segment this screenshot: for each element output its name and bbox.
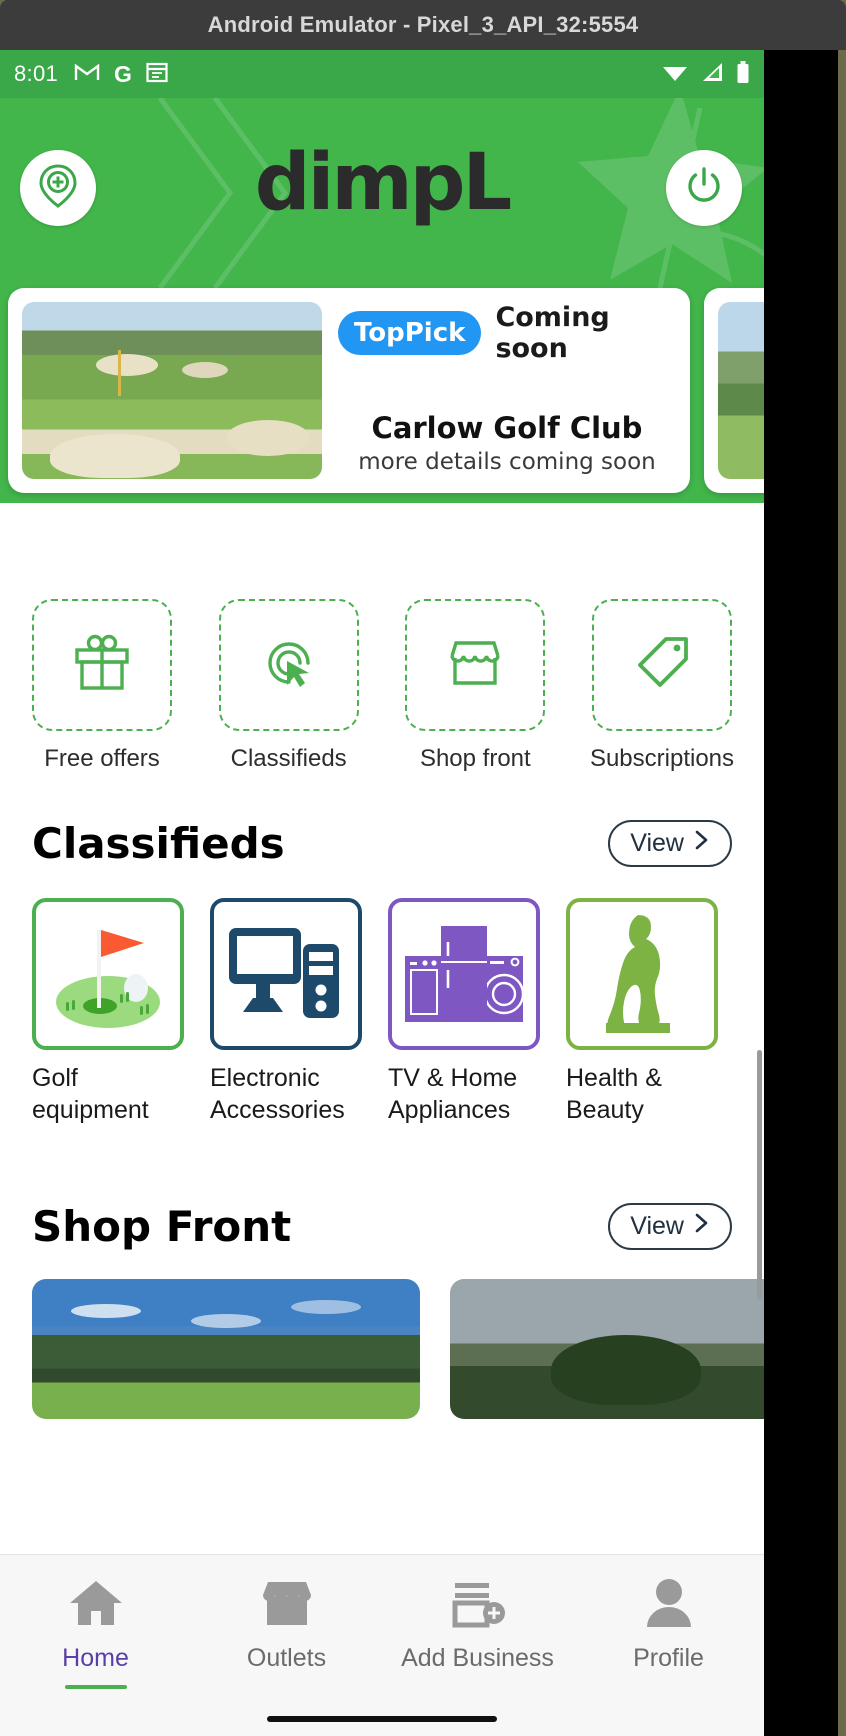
classifieds-section-header: Classifieds View <box>0 773 764 868</box>
status-system-icons <box>662 61 750 87</box>
toppick-card[interactable]: TopPick Coming soon Carlow Golf Club mor… <box>8 288 690 493</box>
nav-item-outlets[interactable]: Outlets <box>191 1577 382 1689</box>
shopfront-section-header: Shop Front View <box>0 1126 764 1251</box>
quick-action-tile[interactable] <box>32 599 172 731</box>
toppick-header-row: TopPick Coming soon <box>338 302 676 364</box>
nav-active-indicator <box>64 1685 127 1689</box>
home-icon <box>68 1577 124 1634</box>
person-icon <box>642 1577 696 1634</box>
quick-action-label: Shop front <box>419 745 531 772</box>
quick-action-tile[interactable] <box>591 599 732 731</box>
google-icon: G <box>114 60 132 87</box>
toppick-status: Coming soon <box>495 302 610 364</box>
toppick-body: TopPick Coming soon Carlow Golf Club mor… <box>322 302 676 479</box>
gesture-navigation-bar[interactable] <box>0 1702 764 1736</box>
shopfront-title: Shop Front <box>32 1202 292 1251</box>
toppick-carousel[interactable]: TopPick Coming soon Carlow Golf Club mor… <box>0 288 764 503</box>
emulator-title-bar: Android Emulator - Pixel_3_API_32:5554 <box>0 0 846 50</box>
wifi-icon <box>662 62 688 86</box>
app-header: dimpL <box>0 98 764 288</box>
category-card[interactable] <box>566 898 718 1050</box>
nav-label: Home <box>62 1644 129 1672</box>
toppick-card-next[interactable]: TopPick Coming soon <box>704 288 764 493</box>
power-button[interactable] <box>666 150 742 226</box>
app-logo: dimpL <box>254 138 512 228</box>
category-label: Electronic Accessories <box>210 1064 345 1124</box>
device-screen: 8:01 G dimpL TopPick Coming soon Carlow … <box>0 50 764 1736</box>
category-label: TV & Home Appliances <box>388 1064 518 1124</box>
category-card[interactable] <box>388 898 540 1050</box>
add-store-icon <box>449 1577 507 1634</box>
classified-category-electronic-accessories[interactable]: Electronic Accessories <box>210 898 362 1126</box>
quick-action-label: Classifieds <box>230 745 347 772</box>
classifieds-view-button[interactable]: View <box>608 820 732 867</box>
toppick-thumbnail <box>718 302 764 479</box>
signal-icon <box>700 62 724 86</box>
click-target-icon <box>256 630 322 701</box>
shopfront-card[interactable] <box>32 1279 420 1419</box>
toppick-thumbnail <box>22 302 322 479</box>
vertical-scrollbar[interactable] <box>757 1050 762 1300</box>
gmail-icon <box>74 62 100 86</box>
emulator-title-text: Android Emulator - Pixel_3_API_32:5554 <box>207 12 639 37</box>
nav-item-home[interactable]: Home <box>0 1577 191 1689</box>
toppick-title: Carlow Golf Club <box>371 411 643 445</box>
price-tag-icon <box>629 630 695 701</box>
computer-icon <box>223 912 349 1037</box>
power-icon <box>683 165 725 212</box>
shopfront-view-label: View <box>630 1212 684 1240</box>
shopfront-card-row <box>0 1251 764 1419</box>
nav-label: Profile <box>633 1644 704 1672</box>
shopfront-view-button[interactable]: View <box>608 1203 732 1250</box>
storefront-icon <box>259 1577 315 1634</box>
golf-green-icon <box>44 910 172 1039</box>
toppick-badge: TopPick <box>338 311 482 355</box>
storefront-icon <box>442 630 508 701</box>
nav-label: Outlets <box>246 1644 327 1672</box>
nav-label: Add Business <box>401 1644 554 1672</box>
quick-action-classifieds[interactable]: Classifieds <box>218 599 359 773</box>
quick-actions-row: Free offers Classifieds Shop front Subsc… <box>0 503 764 773</box>
chevron-right-icon <box>694 829 710 858</box>
classified-category-tv-home-appliances[interactable]: TV & Home Appliances <box>388 898 540 1126</box>
classified-category-health-beauty[interactable]: Health & Beauty <box>566 898 718 1126</box>
quick-action-label: Subscriptions <box>589 745 735 772</box>
status-bar: 8:01 G <box>0 50 764 98</box>
category-card[interactable] <box>210 898 362 1050</box>
category-label: Health & Beauty <box>566 1064 662 1124</box>
shopfront-card[interactable] <box>450 1279 764 1419</box>
carousel-track[interactable]: TopPick Coming soon Carlow Golf Club mor… <box>0 288 764 493</box>
nav-item-profile[interactable]: Profile <box>573 1577 764 1689</box>
quick-action-label: Free offers <box>44 745 160 772</box>
calendar-icon <box>146 61 168 87</box>
quick-action-subscriptions[interactable]: Subscriptions <box>589 599 735 773</box>
category-label: Golf equipment <box>32 1064 149 1124</box>
chevron-right-icon <box>694 1212 710 1241</box>
nav-item-add-business[interactable]: Add Business <box>382 1577 573 1689</box>
quick-action-free-offers[interactable]: Free offers <box>32 599 172 773</box>
emulator-window: Android Emulator - Pixel_3_API_32:5554 8… <box>0 0 846 1736</box>
quick-action-tile[interactable] <box>218 599 359 731</box>
statue-icon <box>582 909 702 1040</box>
emulator-right-edge <box>838 0 846 1736</box>
toppick-subtitle: more details coming soon <box>358 449 656 475</box>
category-card[interactable] <box>32 898 184 1050</box>
toppick-footer: Carlow Golf Club more details coming soo… <box>338 411 676 479</box>
status-notification-icons: G <box>74 61 168 87</box>
battery-icon <box>736 61 750 87</box>
classifieds-view-label: View <box>630 829 684 857</box>
classified-category-golf-equipment[interactable]: Golf equipment <box>32 898 184 1126</box>
gift-icon <box>69 630 135 701</box>
classifieds-title: Classifieds <box>32 819 285 868</box>
quick-action-shop-front[interactable]: Shop front <box>405 599 546 773</box>
gesture-pill[interactable] <box>267 1716 497 1722</box>
quick-action-tile[interactable] <box>405 599 546 731</box>
appliances-icon <box>401 912 527 1037</box>
status-time: 8:01 <box>14 61 59 86</box>
classifieds-category-row: Golf equipment Electronic Accessories TV… <box>0 868 764 1126</box>
